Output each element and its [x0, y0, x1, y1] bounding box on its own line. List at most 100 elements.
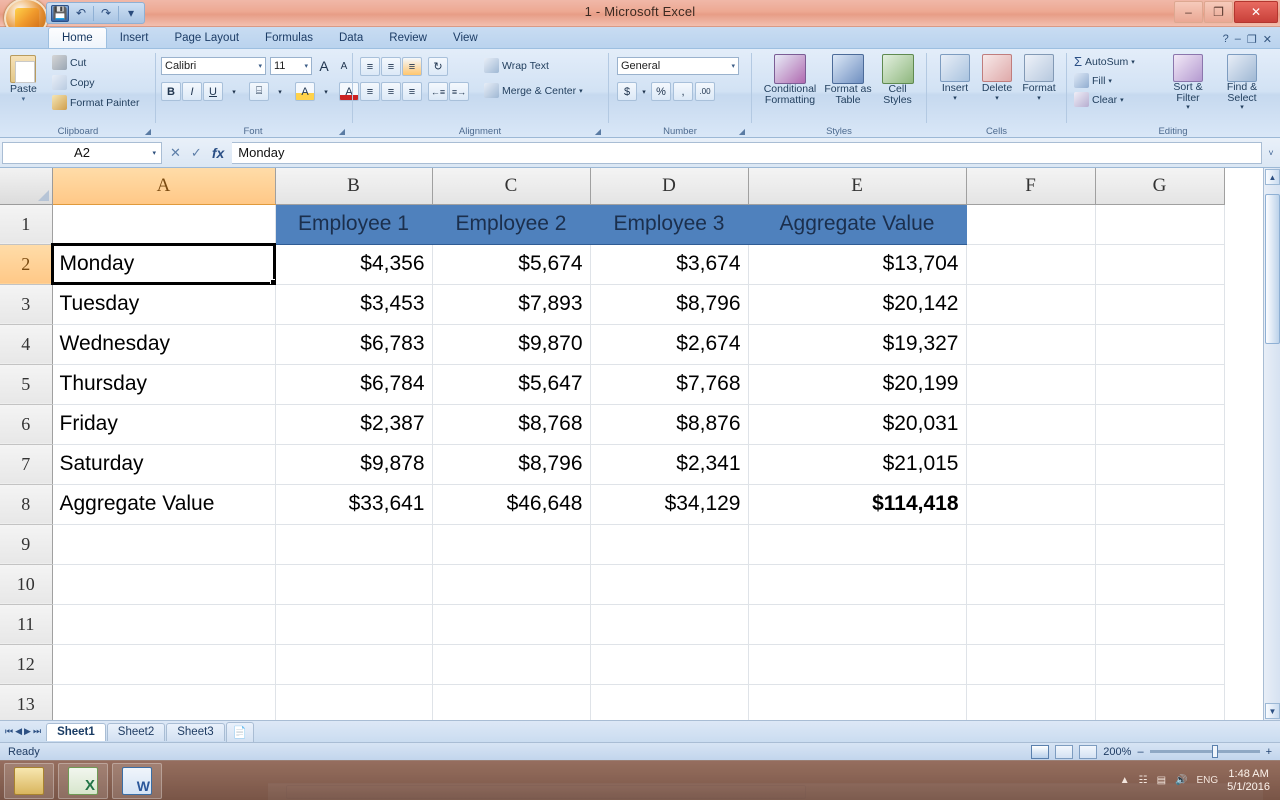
restore-button[interactable]: ❐ [1204, 1, 1233, 23]
vertical-scroll-thumb[interactable] [1265, 194, 1280, 344]
cell-F5[interactable] [966, 364, 1096, 405]
cell-B13[interactable] [275, 684, 433, 720]
enter-formula-icon[interactable]: ✓ [191, 145, 202, 161]
cell-A10[interactable] [52, 564, 276, 605]
underline-button[interactable]: U [203, 82, 223, 101]
first-sheet-icon[interactable]: ⏮ [5, 726, 13, 737]
clear-chevron-down-icon[interactable]: ▾ [1120, 96, 1124, 104]
cell-A2[interactable]: Monday [51, 243, 276, 285]
cell-A8[interactable]: Aggregate Value [52, 484, 276, 525]
format-cells-button[interactable]: Format ▾ [1020, 54, 1058, 102]
column-header-d[interactable]: D [590, 168, 749, 205]
cell-G12[interactable] [1095, 644, 1225, 685]
cell-B2[interactable]: $4,356 [275, 244, 433, 285]
close-button[interactable]: ✕ [1234, 1, 1278, 23]
close-document-icon[interactable]: ✕ [1263, 33, 1272, 46]
number-format-select[interactable]: General ▾ [617, 57, 739, 75]
column-header-b[interactable]: B [275, 168, 433, 205]
tab-home[interactable]: Home [48, 27, 107, 48]
cell-G7[interactable] [1095, 444, 1225, 485]
save-icon[interactable]: 💾 [51, 4, 69, 22]
font-name-chevron-down-icon[interactable]: ▾ [258, 62, 262, 70]
cell-D11[interactable] [590, 604, 749, 645]
cell-D13[interactable] [590, 684, 749, 720]
cell-F9[interactable] [966, 524, 1096, 565]
format-painter-button[interactable]: Format Painter [52, 95, 139, 110]
find-select-chevron-down-icon[interactable]: ▾ [1240, 103, 1244, 114]
cell-F13[interactable] [966, 684, 1096, 720]
paste-button[interactable]: Paste ▾ [10, 55, 37, 103]
cell-C5[interactable]: $5,647 [432, 364, 591, 405]
cut-button[interactable]: Cut [52, 55, 139, 70]
scroll-down-icon[interactable]: ▼ [1265, 703, 1280, 719]
cell-B11[interactable] [275, 604, 433, 645]
align-top-icon[interactable]: ≡ [360, 57, 380, 76]
cell-C8[interactable]: $46,648 [432, 484, 591, 525]
font-name-input[interactable]: Calibri ▾ [161, 57, 266, 75]
cell-F3[interactable] [966, 284, 1096, 325]
cell-A5[interactable]: Thursday [52, 364, 276, 405]
font-size-input[interactable]: 11 ▾ [270, 57, 312, 75]
increase-indent-icon[interactable]: ≡→ [449, 82, 469, 101]
cell-E9[interactable] [748, 524, 967, 565]
fill-color-chevron-down-icon[interactable]: ▾ [316, 82, 336, 101]
cell-A1[interactable] [52, 204, 276, 245]
cell-C10[interactable] [432, 564, 591, 605]
underline-chevron-down-icon[interactable]: ▾ [224, 82, 244, 101]
cell-B4[interactable]: $6,783 [275, 324, 433, 365]
align-middle-icon[interactable]: ≡ [381, 57, 401, 76]
zoom-in-button[interactable]: + [1266, 746, 1272, 758]
row-header-5[interactable]: 5 [0, 364, 53, 405]
cell-G4[interactable] [1095, 324, 1225, 365]
shrink-font-icon[interactable]: A [334, 57, 354, 76]
cell-C2[interactable]: $5,674 [432, 244, 591, 285]
cell-B7[interactable]: $9,878 [275, 444, 433, 485]
row-header-3[interactable]: 3 [0, 284, 53, 325]
page-layout-view-icon[interactable] [1055, 744, 1074, 759]
cell-F12[interactable] [966, 644, 1096, 685]
cell-D3[interactable]: $8,796 [590, 284, 749, 325]
cell-F4[interactable] [966, 324, 1096, 365]
restore-document-icon[interactable]: ❐ [1247, 33, 1257, 46]
tab-data[interactable]: Data [326, 27, 376, 48]
sheet-tab-sheet3[interactable]: Sheet3 [166, 722, 225, 741]
autosum-button[interactable]: Σ AutoSum ▾ [1074, 54, 1135, 69]
accounting-format-icon[interactable]: $ [617, 82, 637, 101]
sort-filter-chevron-down-icon[interactable]: ▾ [1186, 103, 1190, 114]
cell-C7[interactable]: $8,796 [432, 444, 591, 485]
cell-D7[interactable]: $2,341 [590, 444, 749, 485]
insert-worksheet-icon[interactable]: 📄 [225, 721, 255, 742]
zoom-slider-handle[interactable] [1211, 745, 1218, 758]
cell-G6[interactable] [1095, 404, 1225, 445]
find-select-button[interactable]: Find & Select ▾ [1216, 54, 1268, 114]
cell-F1[interactable] [966, 204, 1096, 245]
show-hidden-icons-icon[interactable]: ▲ [1120, 775, 1130, 786]
cell-F10[interactable] [966, 564, 1096, 605]
grow-font-icon[interactable]: A [314, 56, 334, 75]
merge-center-chevron-down-icon[interactable]: ▾ [579, 87, 583, 95]
network-icon[interactable]: ☷ [1139, 775, 1148, 786]
last-sheet-icon[interactable]: ⏭ [33, 726, 41, 737]
cell-C3[interactable]: $7,893 [432, 284, 591, 325]
font-dialog-launcher-icon[interactable]: ◢ [339, 127, 345, 136]
name-box[interactable]: A2 ▾ [2, 141, 162, 164]
cell-G9[interactable] [1095, 524, 1225, 565]
tab-insert[interactable]: Insert [107, 27, 162, 48]
sort-filter-button[interactable]: Sort & Filter ▾ [1162, 54, 1214, 114]
cell-E5[interactable]: $20,199 [748, 364, 967, 405]
bold-button[interactable]: B [161, 82, 181, 101]
cell-C6[interactable]: $8,768 [432, 404, 591, 445]
cell-D5[interactable]: $7,768 [590, 364, 749, 405]
cell-E10[interactable] [748, 564, 967, 605]
cell-F2[interactable] [966, 244, 1096, 285]
cell-G10[interactable] [1095, 564, 1225, 605]
scroll-up-icon[interactable]: ▲ [1265, 169, 1280, 185]
cell-A11[interactable] [52, 604, 276, 645]
undo-icon[interactable]: ↶ [72, 5, 90, 22]
cell-C13[interactable] [432, 684, 591, 720]
row-header-12[interactable]: 12 [0, 644, 53, 685]
row-header-8[interactable]: 8 [0, 484, 53, 525]
cell-E4[interactable]: $19,327 [748, 324, 967, 365]
cell-A6[interactable]: Friday [52, 404, 276, 445]
cell-D10[interactable] [590, 564, 749, 605]
